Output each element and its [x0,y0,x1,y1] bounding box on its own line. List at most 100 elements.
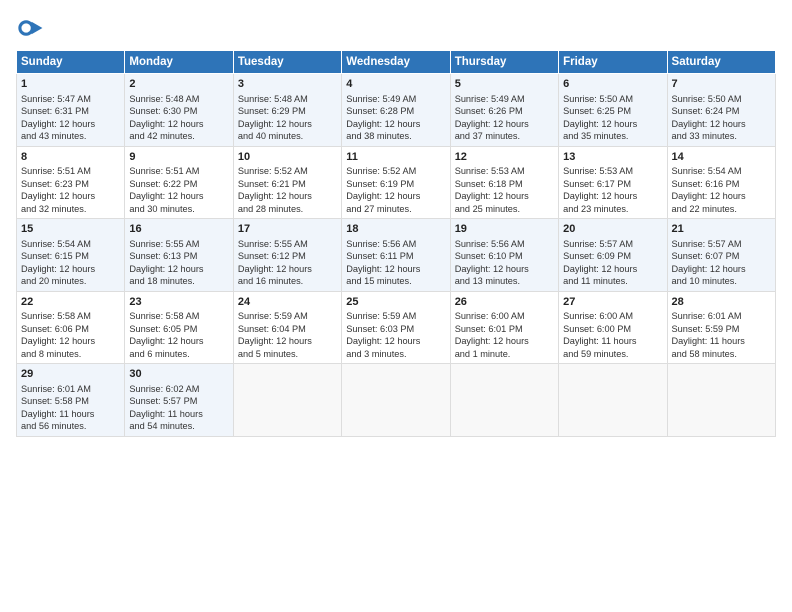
cell-info-line: Sunrise: 5:47 AM [21,93,120,105]
day-number: 17 [238,222,337,237]
day-number: 4 [346,77,445,92]
cell-info-line: Sunset: 6:29 PM [238,105,337,117]
cell-info-line: and 38 minutes. [346,130,445,142]
cell-info-line: and 58 minutes. [672,348,771,360]
col-header-saturday: Saturday [667,51,775,74]
cell-info-line: Sunrise: 6:00 AM [455,310,554,322]
day-number: 22 [21,295,120,310]
cell-info-line: Sunset: 6:17 PM [563,178,662,190]
cell-info-line: Daylight: 12 hours [346,335,445,347]
cell-info-line: Daylight: 12 hours [672,118,771,130]
col-header-tuesday: Tuesday [233,51,341,74]
cell-info-line: Daylight: 12 hours [455,263,554,275]
cell-week1-day0: 8Sunrise: 5:51 AMSunset: 6:23 PMDaylight… [17,146,125,219]
cell-week3-day0: 22Sunrise: 5:58 AMSunset: 6:06 PMDayligh… [17,291,125,364]
cell-info-line: and 10 minutes. [672,275,771,287]
cell-week4-day2 [233,364,341,437]
cell-info-line: Sunset: 6:26 PM [455,105,554,117]
cell-info-line: Sunrise: 5:54 AM [21,238,120,250]
cell-info-line: Daylight: 12 hours [21,118,120,130]
cell-info-line: Sunrise: 5:55 AM [129,238,228,250]
cell-info-line: and 54 minutes. [129,420,228,432]
logo [16,14,48,42]
day-number: 5 [455,77,554,92]
cell-info-line: Daylight: 12 hours [238,335,337,347]
cell-info-line: Daylight: 12 hours [672,190,771,202]
cell-week1-day6: 14Sunrise: 5:54 AMSunset: 6:16 PMDayligh… [667,146,775,219]
logo-icon [16,14,44,42]
cell-info-line: Sunset: 6:00 PM [563,323,662,335]
cell-info-line: Sunset: 6:13 PM [129,250,228,262]
cell-info-line: Sunset: 6:24 PM [672,105,771,117]
cell-info-line: Sunrise: 5:51 AM [21,165,120,177]
cell-info-line: Sunrise: 5:59 AM [346,310,445,322]
cell-info-line: and 42 minutes. [129,130,228,142]
day-number: 14 [672,150,771,165]
cell-info-line: Daylight: 11 hours [21,408,120,420]
cell-info-line: Sunrise: 5:57 AM [672,238,771,250]
cell-week4-day1: 30Sunrise: 6:02 AMSunset: 5:57 PMDayligh… [125,364,233,437]
cell-info-line: and 35 minutes. [563,130,662,142]
cell-week0-day6: 7Sunrise: 5:50 AMSunset: 6:24 PMDaylight… [667,74,775,147]
cell-info-line: and 32 minutes. [21,203,120,215]
cell-info-line: and 1 minute. [455,348,554,360]
cell-info-line: and 3 minutes. [346,348,445,360]
day-number: 7 [672,77,771,92]
cell-info-line: Sunrise: 5:55 AM [238,238,337,250]
cell-info-line: and 23 minutes. [563,203,662,215]
cell-info-line: Daylight: 12 hours [21,335,120,347]
cell-info-line: Daylight: 12 hours [238,118,337,130]
cell-info-line: Sunrise: 5:48 AM [129,93,228,105]
cell-info-line: and 25 minutes. [455,203,554,215]
cell-info-line: Daylight: 12 hours [455,335,554,347]
cell-week1-day4: 12Sunrise: 5:53 AMSunset: 6:18 PMDayligh… [450,146,558,219]
cell-info-line: and 8 minutes. [21,348,120,360]
cell-week3-day1: 23Sunrise: 5:58 AMSunset: 6:05 PMDayligh… [125,291,233,364]
day-number: 29 [21,367,120,382]
cell-info-line: Daylight: 12 hours [238,190,337,202]
cell-week2-day1: 16Sunrise: 5:55 AMSunset: 6:13 PMDayligh… [125,219,233,292]
cell-info-line: Sunset: 6:16 PM [672,178,771,190]
cell-info-line: Sunrise: 5:58 AM [129,310,228,322]
cell-info-line: Sunrise: 5:52 AM [238,165,337,177]
cell-info-line: Daylight: 12 hours [563,118,662,130]
cell-week2-day4: 19Sunrise: 5:56 AMSunset: 6:10 PMDayligh… [450,219,558,292]
cell-info-line: and 56 minutes. [21,420,120,432]
cell-info-line: and 43 minutes. [21,130,120,142]
cell-week3-day3: 25Sunrise: 5:59 AMSunset: 6:03 PMDayligh… [342,291,450,364]
day-number: 11 [346,150,445,165]
day-number: 24 [238,295,337,310]
day-number: 28 [672,295,771,310]
cell-info-line: Sunrise: 5:50 AM [672,93,771,105]
cell-info-line: and 11 minutes. [563,275,662,287]
cell-info-line: Daylight: 12 hours [455,190,554,202]
cell-info-line: Sunset: 6:30 PM [129,105,228,117]
cell-info-line: Sunset: 6:10 PM [455,250,554,262]
cell-info-line: Daylight: 12 hours [129,335,228,347]
cell-info-line: Sunset: 6:25 PM [563,105,662,117]
cell-info-line: Daylight: 11 hours [672,335,771,347]
cell-info-line: Sunrise: 5:53 AM [563,165,662,177]
page: SundayMondayTuesdayWednesdayThursdayFrid… [0,0,792,612]
cell-week4-day3 [342,364,450,437]
day-number: 1 [21,77,120,92]
day-number: 21 [672,222,771,237]
cell-info-line: Sunset: 5:57 PM [129,395,228,407]
day-number: 12 [455,150,554,165]
cell-info-line: and 16 minutes. [238,275,337,287]
cell-info-line: Daylight: 12 hours [455,118,554,130]
cell-week2-day6: 21Sunrise: 5:57 AMSunset: 6:07 PMDayligh… [667,219,775,292]
col-header-sunday: Sunday [17,51,125,74]
cell-week4-day5 [559,364,667,437]
cell-week1-day1: 9Sunrise: 5:51 AMSunset: 6:22 PMDaylight… [125,146,233,219]
day-number: 23 [129,295,228,310]
cell-week1-day5: 13Sunrise: 5:53 AMSunset: 6:17 PMDayligh… [559,146,667,219]
cell-info-line: Sunset: 6:31 PM [21,105,120,117]
cell-week2-day0: 15Sunrise: 5:54 AMSunset: 6:15 PMDayligh… [17,219,125,292]
cell-info-line: Daylight: 12 hours [238,263,337,275]
day-number: 3 [238,77,337,92]
cell-info-line: Sunrise: 6:01 AM [21,383,120,395]
cell-info-line: Sunset: 6:01 PM [455,323,554,335]
cell-info-line: Daylight: 12 hours [563,263,662,275]
cell-week0-day5: 6Sunrise: 5:50 AMSunset: 6:25 PMDaylight… [559,74,667,147]
